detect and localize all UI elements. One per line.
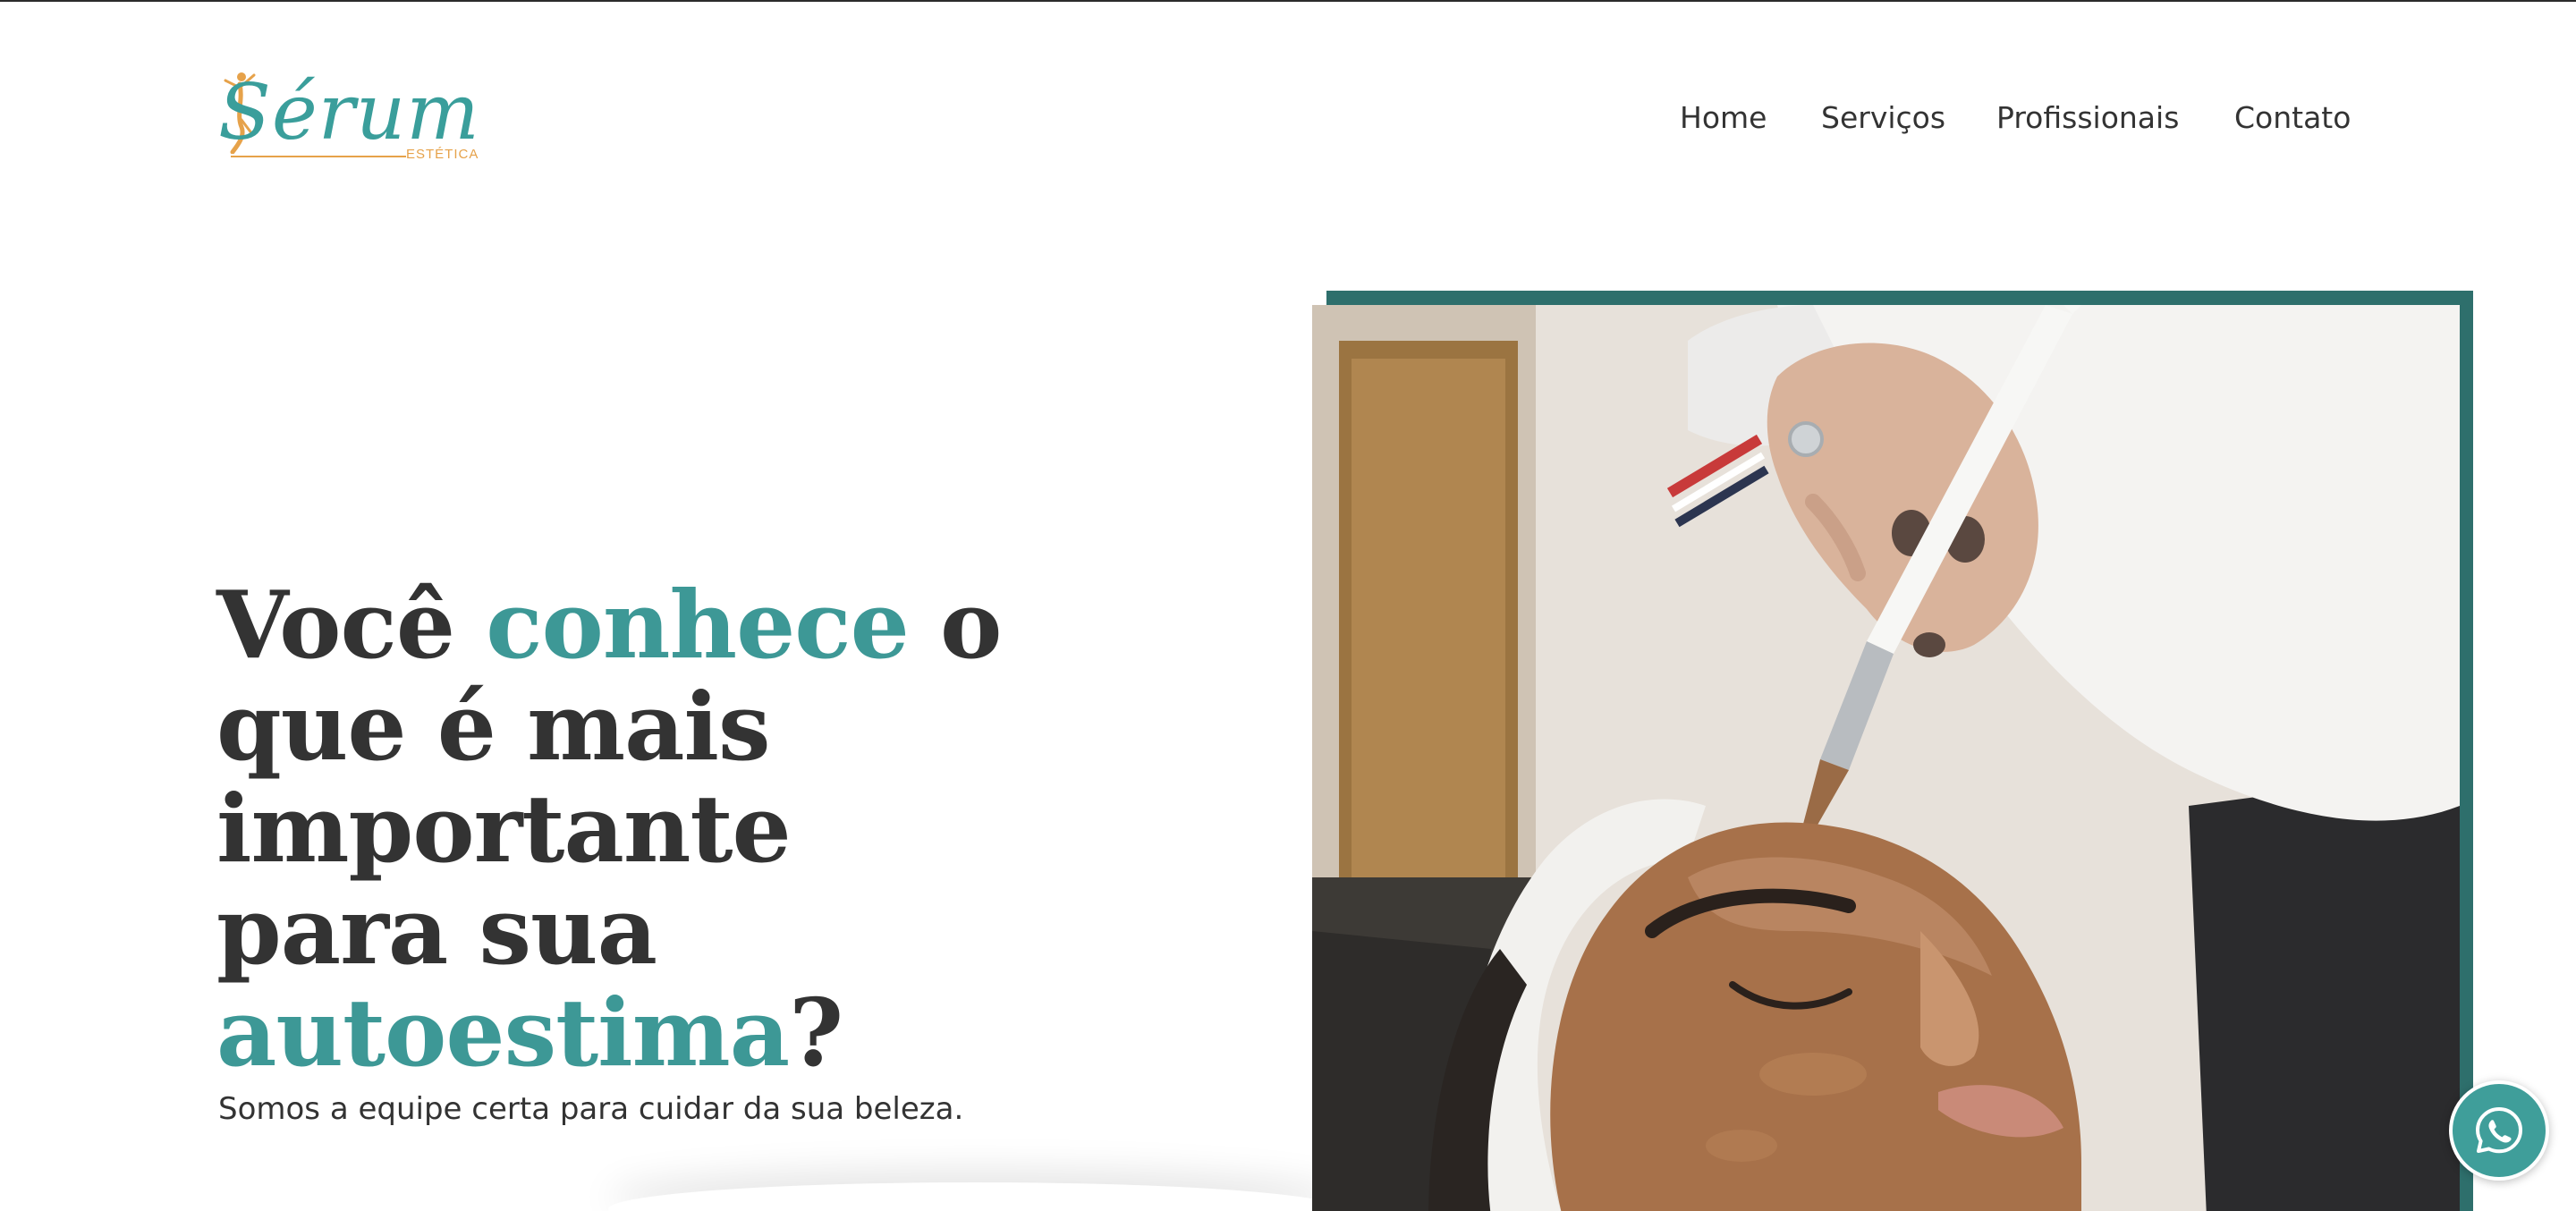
- whatsapp-button[interactable]: [2449, 1080, 2549, 1181]
- nav-servicos[interactable]: Serviços: [1821, 98, 1945, 138]
- logo-wordmark: Sérum: [218, 68, 480, 157]
- hero-title: Você conhece o que é mais importante par…: [216, 574, 1021, 1084]
- hero-title-accent-conhece: conhece: [486, 570, 910, 680]
- logo-subtitle: ESTÉTICA: [406, 147, 479, 162]
- hero-title-accent-autoestima: autoestima: [216, 978, 790, 1088]
- hero-title-part3: ?: [789, 978, 843, 1088]
- page: Sérum ESTÉTICA Home Serviços Profissiona…: [0, 0, 2576, 1211]
- nav-contato[interactable]: Contato: [2234, 98, 2351, 138]
- nav-profissionais[interactable]: Profissionais: [1996, 98, 2179, 138]
- logo-underline: [231, 156, 406, 157]
- hero-photo: [1312, 305, 2460, 1211]
- section-shadow: [608, 1182, 1342, 1211]
- facial-treatment-illustration: [1312, 305, 2460, 1211]
- hero-title-part1: Você: [216, 570, 487, 680]
- logo[interactable]: Sérum ESTÉTICA: [218, 68, 480, 168]
- nav-home[interactable]: Home: [1680, 98, 1767, 138]
- whatsapp-icon: [2476, 1107, 2522, 1154]
- hero-subtitle: Somos a equipe certa para cuidar da sua …: [218, 1091, 964, 1127]
